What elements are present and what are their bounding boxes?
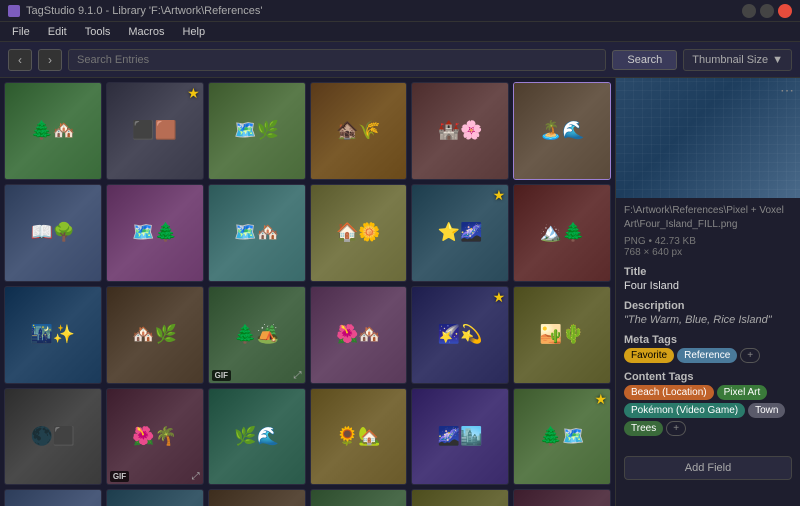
- thumbnail-cell[interactable]: ⚓🌊: [4, 489, 102, 506]
- app-icon: [8, 5, 20, 17]
- title-label: Title: [624, 266, 792, 278]
- thumbnail-cell[interactable]: 🗺️🌿: [208, 82, 306, 180]
- thumbnail-cell[interactable]: 📖🌳: [4, 184, 102, 282]
- description-label: Description: [624, 300, 792, 312]
- menu-item-tools[interactable]: Tools: [77, 24, 119, 40]
- meta-tags-label: Meta Tags: [624, 334, 792, 346]
- title-section: Title Four Island: [624, 266, 792, 292]
- thumbnail-cell[interactable]: 🗺️🏘️: [208, 184, 306, 282]
- thumbnail-cell[interactable]: 🌲🗺️★: [513, 388, 611, 486]
- thumbnail-cell[interactable]: 🏔️🌲: [513, 184, 611, 282]
- content-tags-section: Content Tags Beach (Location)Pixel Art Po…: [624, 371, 792, 436]
- file-meta: PNG • 42.73 KB 768 × 640 px: [624, 236, 792, 258]
- search-input[interactable]: [68, 49, 606, 71]
- star-badge: ★: [493, 187, 506, 204]
- main-area: 🌲🏘️⬛🟫★🗺️🌿🏚️🌾🏰🌸🏝️🌊 📖🌳🗺️🌲🗺️🏘️🏠🌼⭐🌌★🏔️🌲 🌃✨🏘️🌿 🌲…: [0, 78, 800, 506]
- meta-tag[interactable]: +: [740, 348, 760, 363]
- thumbnail-cell[interactable]: 🌿🌊: [208, 388, 306, 486]
- description-section: Description "The Warm, Blue, Rice Island…: [624, 300, 792, 326]
- content-tag[interactable]: +: [666, 421, 686, 436]
- gif-badge: GIF: [212, 370, 231, 381]
- thumbnail-cell[interactable]: 🏠🌲: [310, 489, 408, 506]
- expand-icon: ⤢: [192, 471, 200, 482]
- thumbnail-cell[interactable]: 🌃✨: [4, 286, 102, 384]
- thumbnail-cell[interactable]: 🌲🏕️GIF⤢: [208, 286, 306, 384]
- info-panel: ⋯ F:\Artwork\References\Pixel + Voxel Ar…: [615, 78, 800, 506]
- thumbnail-cell[interactable]: 🌌🏙️: [411, 388, 509, 486]
- menu-item-macros[interactable]: Macros: [120, 24, 172, 40]
- forward-button[interactable]: ›: [38, 49, 62, 71]
- meta-tags-section: Meta Tags FavoriteReference+: [624, 334, 792, 363]
- content-tag[interactable]: Town: [748, 403, 785, 418]
- info-content: F:\Artwork\References\Pixel + Voxel Art\…: [616, 198, 800, 450]
- title-bar: TagStudio 9.1.0 - Library 'F:\Artwork\Re…: [0, 0, 800, 22]
- content-tag[interactable]: Trees: [624, 421, 663, 436]
- grid-area[interactable]: 🌲🏘️⬛🟫★🗺️🌿🏚️🌾🏰🌸🏝️🌊 📖🌳🗺️🌲🗺️🏘️🏠🌼⭐🌌★🏔️🌲 🌃✨🏘️🌿 🌲…: [0, 78, 615, 506]
- thumbnail-cell[interactable]: 🗺️🌲: [106, 184, 204, 282]
- content-tags-row: Beach (Location)Pixel Art Pokémon (Video …: [624, 385, 792, 436]
- thumbnail-cell[interactable]: 🌻🏡: [310, 388, 408, 486]
- menu-item-file[interactable]: File: [4, 24, 38, 40]
- thumbnail-cell[interactable]: 🌺🌴GIF⤢: [106, 388, 204, 486]
- window-controls: — □ ✕: [742, 4, 792, 18]
- meta-tags-row: FavoriteReference+: [624, 348, 792, 363]
- star-badge: ★: [493, 289, 506, 306]
- thumbnail-cell[interactable]: ⬛🟫★: [106, 82, 204, 180]
- thumbnail-cell[interactable]: 🏝️🌊: [513, 82, 611, 180]
- thumbnail-cell[interactable]: 🏚️🌾: [310, 82, 408, 180]
- thumbnail-cell[interactable]: 🏠🌼: [310, 184, 408, 282]
- content-tag[interactable]: Pokémon (Video Game): [624, 403, 745, 418]
- meta-tag[interactable]: Reference: [677, 348, 737, 363]
- thumbnail-size-label: Thumbnail Size: [692, 54, 768, 66]
- thumbnail-cell[interactable]: 💰🪙: [411, 489, 509, 506]
- thumbnail-cell[interactable]: 🌺🏘️: [310, 286, 408, 384]
- meta-tag[interactable]: Favorite: [624, 348, 674, 363]
- star-badge: ★: [187, 85, 200, 102]
- menu-item-edit[interactable]: Edit: [40, 24, 75, 40]
- gif-badge: GIF: [110, 471, 129, 482]
- content-tags-label: Content Tags: [624, 371, 792, 383]
- window-title: TagStudio 9.1.0 - Library 'F:\Artwork\Re…: [26, 5, 742, 17]
- file-path: F:\Artwork\References\Pixel + Voxel Art\…: [624, 204, 792, 232]
- content-tag[interactable]: Pixel Art: [717, 385, 768, 400]
- thumbnail-grid: 🌲🏘️⬛🟫★🗺️🌿🏚️🌾🏰🌸🏝️🌊 📖🌳🗺️🌲🗺️🏘️🏠🌼⭐🌌★🏔️🌲 🌃✨🏘️🌿 🌲…: [4, 82, 611, 506]
- content-tag[interactable]: Beach (Location): [624, 385, 714, 400]
- toolbar: ‹ › Search Thumbnail Size ▼: [0, 42, 800, 78]
- preview-thumbnail: ⋯: [616, 78, 800, 198]
- add-field-button[interactable]: Add Field: [624, 456, 792, 480]
- maximize-button[interactable]: □: [760, 4, 774, 18]
- thumbnail-cell[interactable]: 🌲🏘️: [4, 82, 102, 180]
- thumbnail-cell[interactable]: ⭐🌌★: [411, 184, 509, 282]
- menu-item-help[interactable]: Help: [174, 24, 213, 40]
- thumbnail-cell[interactable]: 🏜️🌵: [513, 286, 611, 384]
- thumbnail-cell[interactable]: 🏚️🪵: [208, 489, 306, 506]
- search-button[interactable]: Search: [612, 50, 677, 70]
- more-options-icon[interactable]: ⋯: [780, 82, 794, 99]
- title-value: Four Island: [624, 280, 792, 292]
- thumbnail-cell[interactable]: 🌑⬛: [4, 388, 102, 486]
- minimize-button[interactable]: —: [742, 4, 756, 18]
- menu-bar: FileEditToolsMacrosHelp: [0, 22, 800, 42]
- thumbnail-cell[interactable]: 🌠💫★: [411, 286, 509, 384]
- expand-icon: ⤢: [294, 370, 302, 381]
- description-value: "The Warm, Blue, Rice Island": [624, 314, 792, 326]
- thumbnail-cell[interactable]: 🏰🌸: [411, 82, 509, 180]
- thumbnail-size-dropdown[interactable]: Thumbnail Size ▼: [683, 49, 792, 71]
- chevron-down-icon: ▼: [772, 54, 783, 66]
- thumbnail-cell[interactable]: 🌕🌌: [513, 489, 611, 506]
- back-button[interactable]: ‹: [8, 49, 32, 71]
- thumbnail-cell[interactable]: 🎆🌙GIF⤢: [106, 489, 204, 506]
- star-badge: ★: [594, 391, 607, 408]
- close-button[interactable]: ✕: [778, 4, 792, 18]
- thumbnail-cell[interactable]: 🏘️🌿: [106, 286, 204, 384]
